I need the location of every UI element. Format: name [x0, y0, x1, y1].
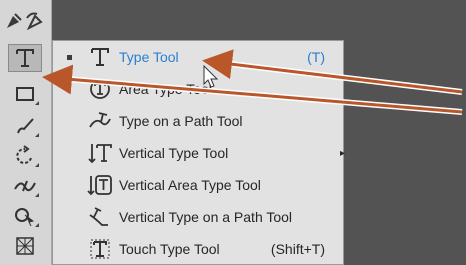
shape-builder-icon: [15, 208, 35, 227]
menu-item-label: Vertical Type on a Path Tool: [119, 209, 293, 225]
selected-bullet: [67, 55, 72, 60]
vertical-type-icon: [87, 140, 113, 166]
menu-item-area-type-tool[interactable]: Area Type Tool: [53, 73, 343, 105]
menu-item-label: Type Tool: [119, 49, 179, 65]
rectangle-icon: [16, 87, 34, 101]
menu-item-label: Vertical Type Tool: [119, 145, 229, 161]
submenu-arrow-icon: ▸: [339, 147, 345, 159]
pen-icon: [7, 12, 43, 31]
menu-item-type-on-path-tool[interactable]: Type on a Path Tool: [53, 105, 343, 137]
menu-item-label: Type on a Path Tool: [119, 113, 243, 129]
width-tool-button[interactable]: [8, 172, 42, 200]
type-icon: [16, 49, 34, 67]
menu-item-shortcut: (T): [307, 49, 325, 65]
rectangle-tool-button[interactable]: [8, 80, 42, 108]
menu-item-label: Vertical Area Type Tool: [119, 177, 261, 193]
paintbrush-icon: [17, 118, 34, 134]
perspective-grid-icon: [16, 237, 34, 255]
type-tools-flyout-menu: Type Tool (T) Area Type Tool Type on a P…: [52, 40, 345, 265]
vertical-area-type-icon: [87, 172, 113, 198]
area-type-icon: [87, 76, 113, 102]
shape-builder-tool-button[interactable]: [8, 202, 42, 230]
type-on-path-icon: [87, 108, 113, 134]
menu-item-vertical-area-type-tool[interactable]: Vertical Area Type Tool: [53, 169, 343, 201]
menu-item-touch-type-tool[interactable]: Touch Type Tool (Shift+T): [53, 233, 343, 265]
touch-type-icon: [87, 236, 113, 262]
menu-item-vertical-type-tool[interactable]: Vertical Type Tool ▸: [53, 137, 345, 169]
menu-item-shortcut: (Shift+T): [270, 241, 325, 257]
menu-item-label: Touch Type Tool: [119, 241, 220, 257]
width-icon: [14, 180, 36, 192]
pen-tool-group[interactable]: [2, 6, 48, 34]
rotate-icon: [16, 145, 32, 164]
vertical-type-on-path-icon: [87, 204, 113, 230]
paintbrush-tool-button[interactable]: [8, 112, 42, 140]
menu-item-vertical-type-on-path-tool[interactable]: Vertical Type on a Path Tool: [53, 201, 343, 233]
type-icon: [87, 44, 113, 70]
menu-item-label: Area Type Tool: [119, 81, 212, 97]
tools-panel: [0, 0, 52, 265]
menu-item-type-tool[interactable]: Type Tool (T): [53, 41, 343, 73]
rotate-tool-button[interactable]: [8, 142, 42, 170]
perspective-grid-tool-button[interactable]: [8, 232, 42, 260]
type-tool-button[interactable]: [8, 44, 42, 72]
